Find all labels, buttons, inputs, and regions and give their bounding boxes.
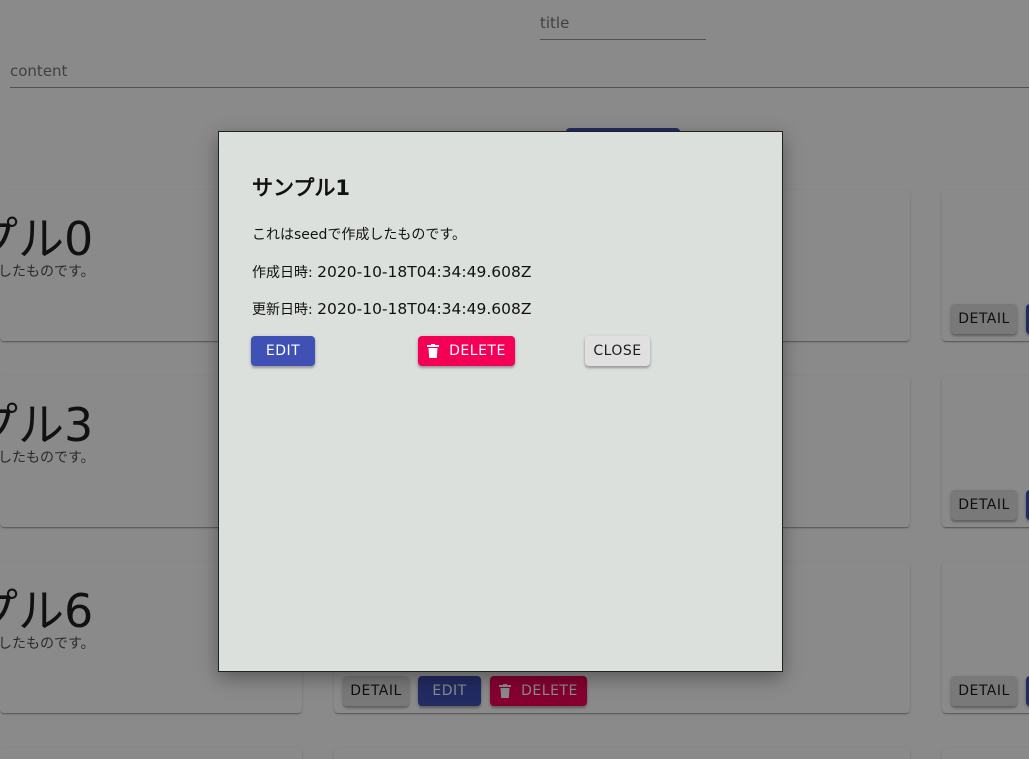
app-root: title content プル0 作成したものです。 プル3 作成したものです… [0, 0, 1029, 759]
updated-at-label: 更新日時: [252, 302, 318, 318]
modal-edit-label: EDIT [265, 343, 301, 359]
created-at-value: 2020-10-18T04:34:49.608Z [317, 263, 532, 281]
created-at: 作成日時: 2020-10-18T04:34:49.608Z [252, 262, 531, 282]
modal-close-button[interactable]: CLOSE [585, 336, 650, 366]
trash-icon [427, 344, 440, 358]
updated-at-value: 2020-10-18T04:34:49.608Z [317, 300, 532, 318]
modal-edit-button[interactable]: EDIT [251, 336, 315, 366]
modal-delete-button[interactable]: DELETE [418, 336, 515, 366]
detail-modal: サンプル1 これはseedで作成したものです。 作成日時: 2020-10-18… [218, 131, 783, 672]
updated-at: 更新日時: 2020-10-18T04:34:49.608Z [252, 299, 531, 319]
modal-close-label: CLOSE [593, 343, 642, 359]
modal-body-text: これはseedで作成したものです。 [252, 227, 467, 243]
modal-delete-label: DELETE [449, 343, 506, 359]
created-at-label: 作成日時: [252, 265, 318, 281]
modal-title: サンプル1 [252, 176, 350, 200]
